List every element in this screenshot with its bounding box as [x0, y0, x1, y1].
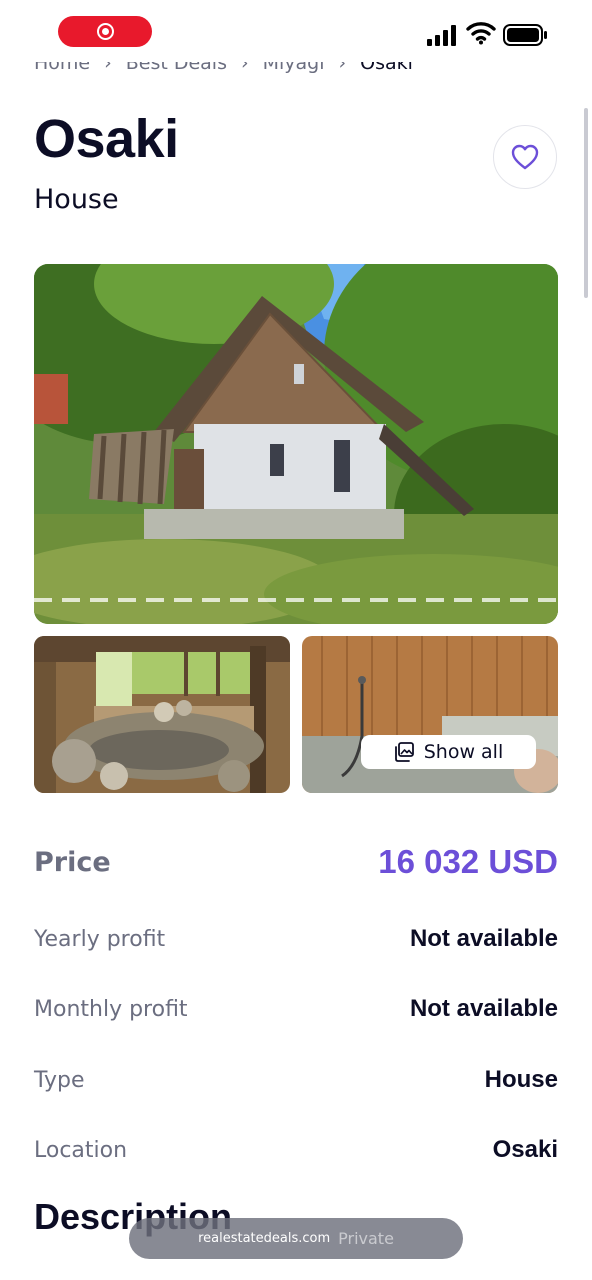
price-row: Price 16 032 USD — [34, 843, 558, 881]
gallery-icon — [394, 742, 414, 762]
type-label: Type — [34, 1067, 85, 1093]
detail-row-location: Location Osaki — [34, 1136, 558, 1164]
status-bar — [0, 0, 592, 62]
price-value: 16 032 USD — [378, 843, 558, 880]
show-all-photos-button[interactable]: Show all — [361, 735, 536, 769]
wood-washroom-image — [302, 636, 558, 793]
browsing-mode-label: Private — [338, 1229, 394, 1248]
house-photo-image — [34, 264, 558, 624]
detail-row-monthly-profit: Monthly profit Not available — [34, 995, 558, 1023]
type-value: House — [484, 1066, 558, 1093]
screen-recording-indicator[interactable] — [58, 16, 152, 47]
location-value: Osaki — [492, 1136, 558, 1163]
yearly-profit-label: Yearly profit — [34, 926, 166, 952]
gallery-thumbnail-washroom[interactable] — [302, 636, 558, 793]
battery-icon — [503, 24, 547, 46]
price-label: Price — [34, 846, 111, 878]
property-type-subtitle: House — [34, 184, 119, 215]
signal-icon — [427, 25, 456, 46]
location-label: Location — [34, 1137, 128, 1163]
gallery-thumbnail-bath-room[interactable] — [34, 636, 290, 793]
monthly-profit-label: Monthly profit — [34, 996, 188, 1022]
detail-row-type: Type House — [34, 1066, 558, 1094]
yearly-profit-value: Not available — [409, 925, 558, 952]
monthly-profit-value: Not available — [409, 995, 558, 1022]
favorite-button[interactable] — [493, 125, 557, 189]
record-icon — [96, 23, 114, 40]
show-all-label: Show all — [423, 741, 504, 763]
stone-bath-image — [34, 636, 290, 793]
page-title: Osaki — [34, 109, 179, 169]
scrollbar[interactable] — [584, 108, 588, 298]
detail-row-yearly-profit: Yearly profit Not available — [34, 925, 558, 953]
heart-icon — [511, 144, 539, 170]
url-text: realestatedeals.com — [198, 1231, 331, 1246]
browser-url-bar[interactable]: realestatedeals.com Private — [129, 1218, 463, 1259]
main-property-photo[interactable] — [34, 264, 558, 624]
wifi-icon — [466, 22, 496, 45]
